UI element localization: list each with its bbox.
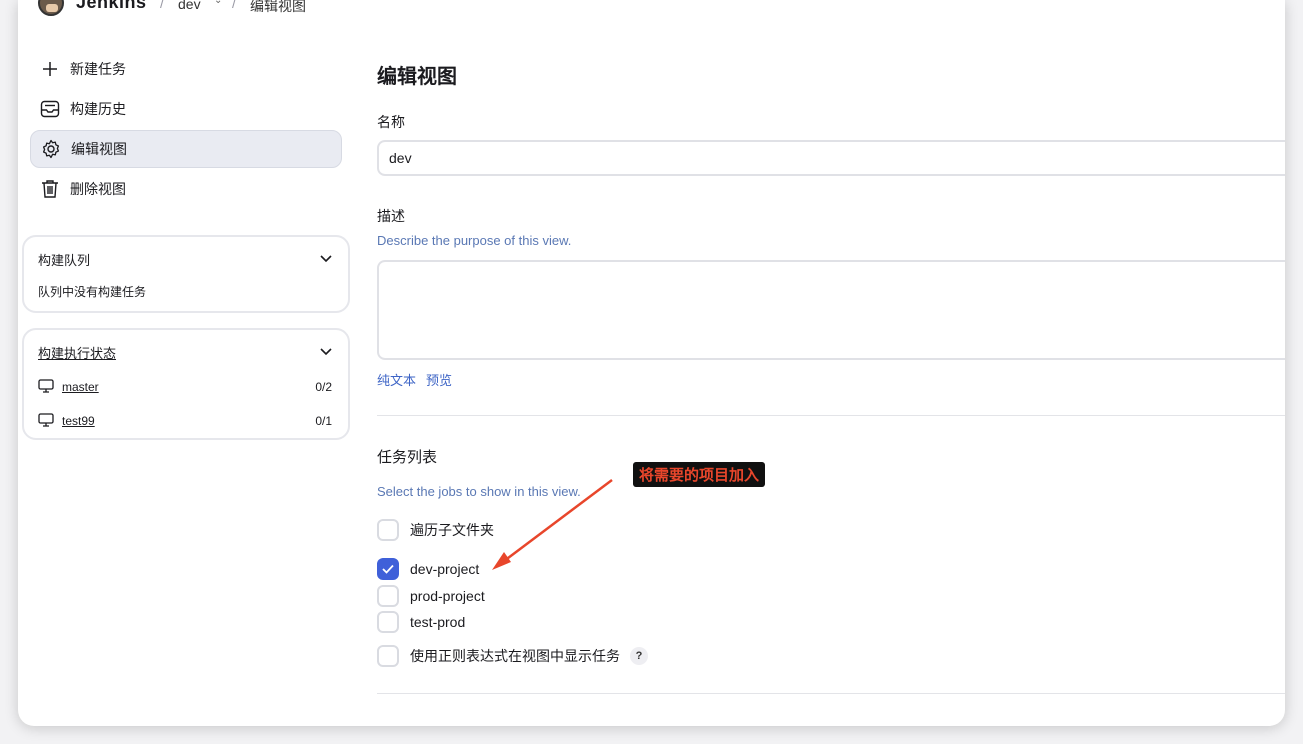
breadcrumb-separator: / <box>160 0 164 11</box>
annotation-label: 将需要的项目加入 <box>633 462 766 487</box>
job-list-help: Select the jobs to show in this view. <box>377 484 581 499</box>
logo-text[interactable]: Jenkins <box>76 0 147 13</box>
sidebar-item-label: 构建历史 <box>70 101 126 117</box>
chevron-down-icon[interactable]: ⌄ <box>214 0 222 6</box>
executor-row: test99 0/1 <box>24 404 348 438</box>
name-label: 名称 <box>377 114 405 130</box>
jenkins-window: Jenkins / dev ⌄ / 编辑视图 新建任务 构建历史 编辑视图 删除… <box>18 0 1285 726</box>
sidebar-item-edit-view[interactable]: 编辑视图 <box>30 130 342 168</box>
help-icon[interactable]: ? <box>630 647 648 665</box>
preview-link[interactable]: 预览 <box>426 370 452 389</box>
name-input[interactable] <box>377 140 1285 176</box>
plain-text-link[interactable]: 纯文本 <box>377 370 416 389</box>
regex-filter-option[interactable]: 使用正则表达式在视图中显示任务 ? <box>377 645 648 667</box>
sidebar-item-label: 编辑视图 <box>71 141 127 157</box>
sidebar-item-label: 删除视图 <box>70 181 126 197</box>
recurse-folders-label: 遍历子文件夹 <box>410 522 494 538</box>
breadcrumb-edit-view[interactable]: 编辑视图 <box>250 0 306 16</box>
plus-icon <box>40 59 60 79</box>
chevron-down-icon[interactable] <box>320 250 332 268</box>
build-queue-pane: 构建队列 队列中没有构建任务 <box>22 235 350 313</box>
description-textarea[interactable] <box>377 260 1285 360</box>
job-option-prod-project[interactable]: prod-project <box>377 585 485 607</box>
divider <box>377 415 1285 416</box>
breadcrumb-bar: Jenkins / dev ⌄ / 编辑视图 <box>18 0 1285 26</box>
check-icon <box>382 564 394 574</box>
job-option-test-prod[interactable]: test-prod <box>377 611 465 633</box>
regex-filter-checkbox[interactable] <box>377 645 399 667</box>
description-help: Describe the purpose of this view. <box>377 233 572 248</box>
job-label: dev-project <box>410 561 480 577</box>
inbox-icon <box>40 99 60 119</box>
sidebar-item-delete-view[interactable]: 删除视图 <box>30 170 342 208</box>
computer-icon <box>38 412 54 430</box>
page-title: 编辑视图 <box>377 66 457 88</box>
divider <box>377 693 1285 694</box>
breadcrumb-separator: / <box>232 0 236 11</box>
executor-row: master 0/2 <box>24 370 348 404</box>
job-checkbox[interactable] <box>377 558 399 580</box>
recurse-folders-checkbox[interactable] <box>377 519 399 541</box>
build-queue-empty: 队列中没有构建任务 <box>38 285 147 299</box>
regex-filter-label: 使用正则表达式在视图中显示任务 <box>410 648 620 664</box>
job-checkbox[interactable] <box>377 611 399 633</box>
recurse-folders-option[interactable]: 遍历子文件夹 <box>377 519 494 541</box>
jenkins-logo-icon[interactable] <box>38 0 64 16</box>
description-label: 描述 <box>377 208 405 224</box>
sidebar-item-label: 新建任务 <box>70 61 126 77</box>
executor-status-pane: 构建执行状态 master 0/2 test99 0/1 <box>22 328 350 440</box>
gear-icon <box>41 139 61 159</box>
breadcrumb-dev[interactable]: dev <box>178 0 201 12</box>
executor-count: 0/2 <box>315 380 332 394</box>
sidebar-tasks: 新建任务 构建历史 编辑视图 删除视图 <box>30 50 342 210</box>
job-label: prod-project <box>410 588 485 604</box>
executor-status-title[interactable]: 构建执行状态 <box>38 343 116 362</box>
job-checkbox[interactable] <box>377 585 399 607</box>
executor-node-link[interactable]: master <box>62 380 315 394</box>
executor-count: 0/1 <box>315 414 332 428</box>
job-list-label: 任务列表 <box>377 449 438 466</box>
job-label: test-prod <box>410 614 466 630</box>
chevron-down-icon[interactable] <box>320 343 332 361</box>
sidebar-item-build-history[interactable]: 构建历史 <box>30 90 342 128</box>
trash-icon <box>40 179 60 199</box>
build-queue-title[interactable]: 构建队列 <box>38 250 90 269</box>
job-option-dev-project[interactable]: dev-project <box>377 558 479 580</box>
format-links: 纯文本 预览 <box>377 370 452 389</box>
executor-node-link[interactable]: test99 <box>62 414 315 428</box>
computer-icon <box>38 378 54 396</box>
sidebar-item-new-task[interactable]: 新建任务 <box>30 50 342 88</box>
